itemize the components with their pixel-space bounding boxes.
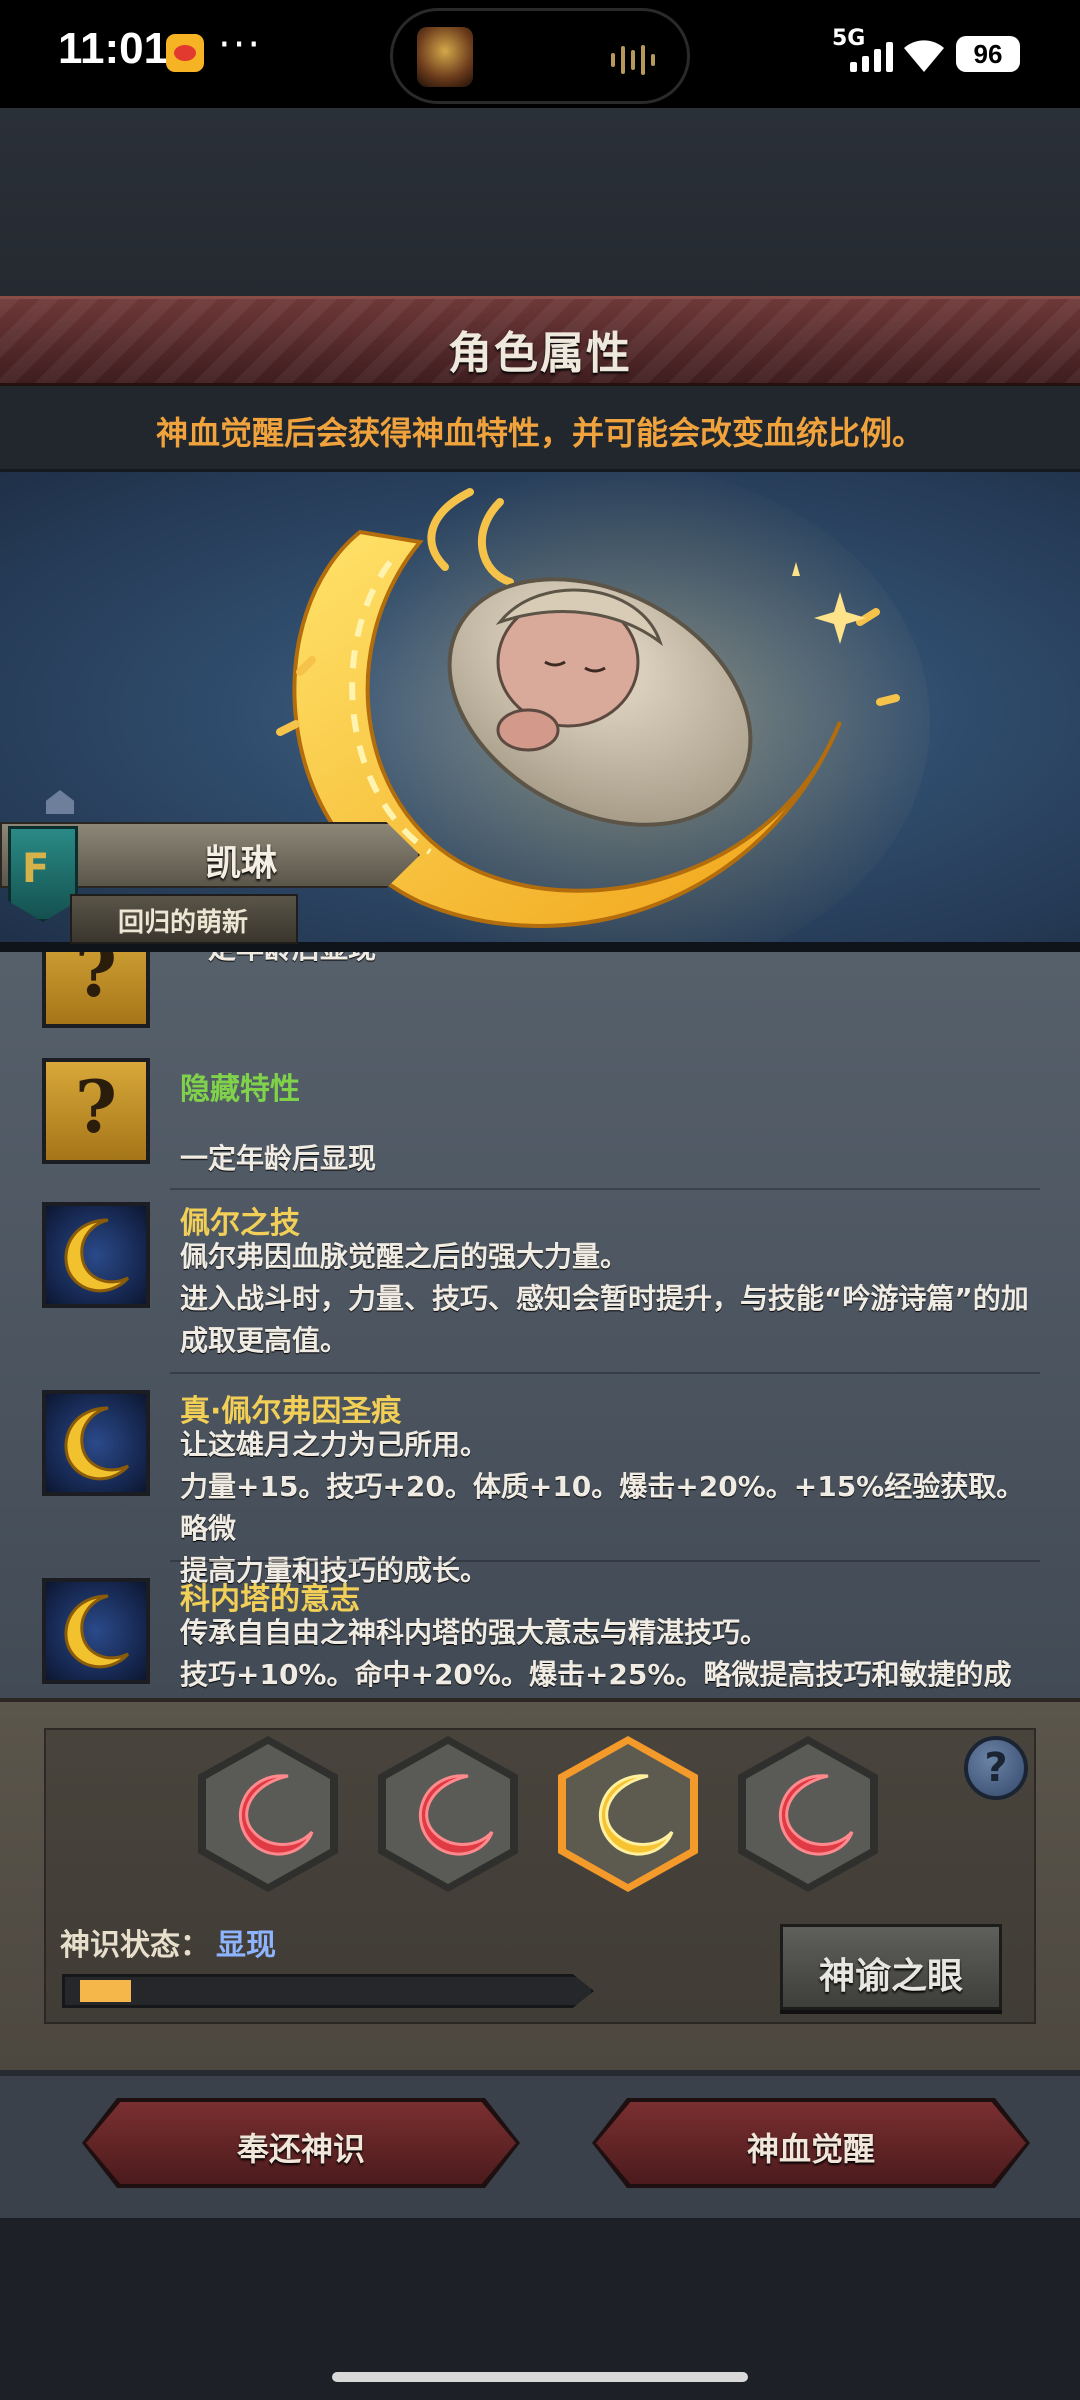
- trait-list[interactable]: ? 一定年龄后显现 ? 隐藏特性 一定年龄后显现 佩尔之技 佩尔弗因血脉觉醒之后…: [0, 952, 1080, 1698]
- notice-bar: 神血觉醒后会获得神血特性，并可能会改变血统比例。: [0, 386, 1080, 472]
- status-bar: 11:01 ··· 5G 96: [0, 0, 1080, 108]
- divider: [170, 1188, 1040, 1190]
- help-button[interactable]: ?: [964, 1736, 1028, 1800]
- divine-status-label: 神识状态：: [60, 1928, 210, 1963]
- divine-status-value: 显现: [216, 1928, 276, 1963]
- return-divine-button[interactable]: 奉还神识: [86, 2102, 516, 2184]
- question-mark-icon: ?: [42, 1058, 150, 1164]
- clock: 11:01: [58, 24, 169, 73]
- weibo-notification-icon: [166, 34, 204, 72]
- divider: [170, 1560, 1040, 1562]
- oracle-eye-button[interactable]: 神谕之眼: [780, 1924, 1002, 2010]
- class-emblem-icon: F: [22, 846, 50, 892]
- trait-description: 佩尔弗因血脉觉醒之后的强大力量。 进入战斗时，力量、技巧、感知会暂时提升，与技能…: [180, 1240, 1029, 1357]
- page-title: 角色属性: [448, 328, 632, 379]
- character-name: 凯琳: [205, 843, 278, 884]
- header-bar: 角色属性: [0, 296, 1080, 386]
- divine-progress-fill: [80, 1980, 131, 2002]
- question-mark-icon: ?: [42, 952, 150, 1028]
- home-indicator[interactable]: [332, 2372, 748, 2382]
- trait-name: 隐藏特性: [180, 1072, 300, 1107]
- awakening-notice: 神血觉醒后会获得神血特性，并可能会改变血统比例。: [155, 414, 924, 452]
- gold-crescent-icon: [598, 1774, 674, 1856]
- crescent-moon-icon: [42, 1202, 150, 1308]
- battery-icon: 96: [956, 36, 1020, 72]
- red-crescent-icon: [418, 1774, 494, 1856]
- divider: [170, 1372, 1040, 1374]
- divine-progress-bar: [62, 1974, 594, 2008]
- signal-strength-icon: [850, 42, 893, 72]
- blood-awaken-button[interactable]: 神血觉醒: [596, 2102, 1026, 2184]
- trait-description: 一定年龄后显现: [180, 1142, 377, 1175]
- more-notifications-icon: ···: [218, 22, 263, 68]
- top-backdrop: [0, 108, 1080, 298]
- trait-description: 传承自自由之神科内塔的强大意志与精湛技巧。 技巧+10%。命中+20%。爆击+2…: [180, 1616, 1012, 1691]
- trait-description: 让这雄月之力为己所用。 力量+15。技巧+20。体质+10。爆击+20%。+15…: [180, 1428, 1025, 1587]
- oracle-eye-label: 神谕之眼: [818, 1956, 963, 1997]
- crescent-moon-icon: [42, 1578, 150, 1684]
- wifi-icon: [904, 40, 944, 72]
- red-crescent-icon: [238, 1774, 314, 1856]
- audio-wave-icon: [611, 43, 655, 77]
- game-artwork-icon: [417, 27, 473, 87]
- trait-description: 一定年龄后显现: [180, 952, 1040, 970]
- return-divine-label: 奉还神识: [236, 2130, 365, 2168]
- crescent-moon-icon: [42, 1390, 150, 1496]
- blood-awaken-label: 神血觉醒: [746, 2130, 875, 2168]
- red-crescent-icon: [778, 1774, 854, 1856]
- character-title: 回归的萌新: [118, 908, 249, 938]
- dynamic-island[interactable]: [390, 8, 690, 104]
